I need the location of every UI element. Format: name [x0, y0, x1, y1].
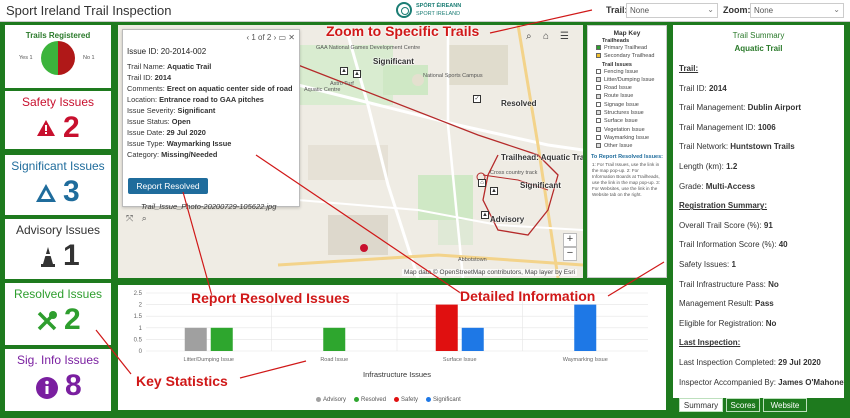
annotation-arrows — [95, 9, 665, 379]
annotation-report: Report Resolved Issues — [191, 290, 350, 306]
annotation-detailed: Detailed Information — [460, 288, 596, 304]
annotation-zoom: Zoom to Specific Trails — [326, 23, 480, 39]
annotation-key-stats: Key Statistics — [136, 373, 228, 389]
